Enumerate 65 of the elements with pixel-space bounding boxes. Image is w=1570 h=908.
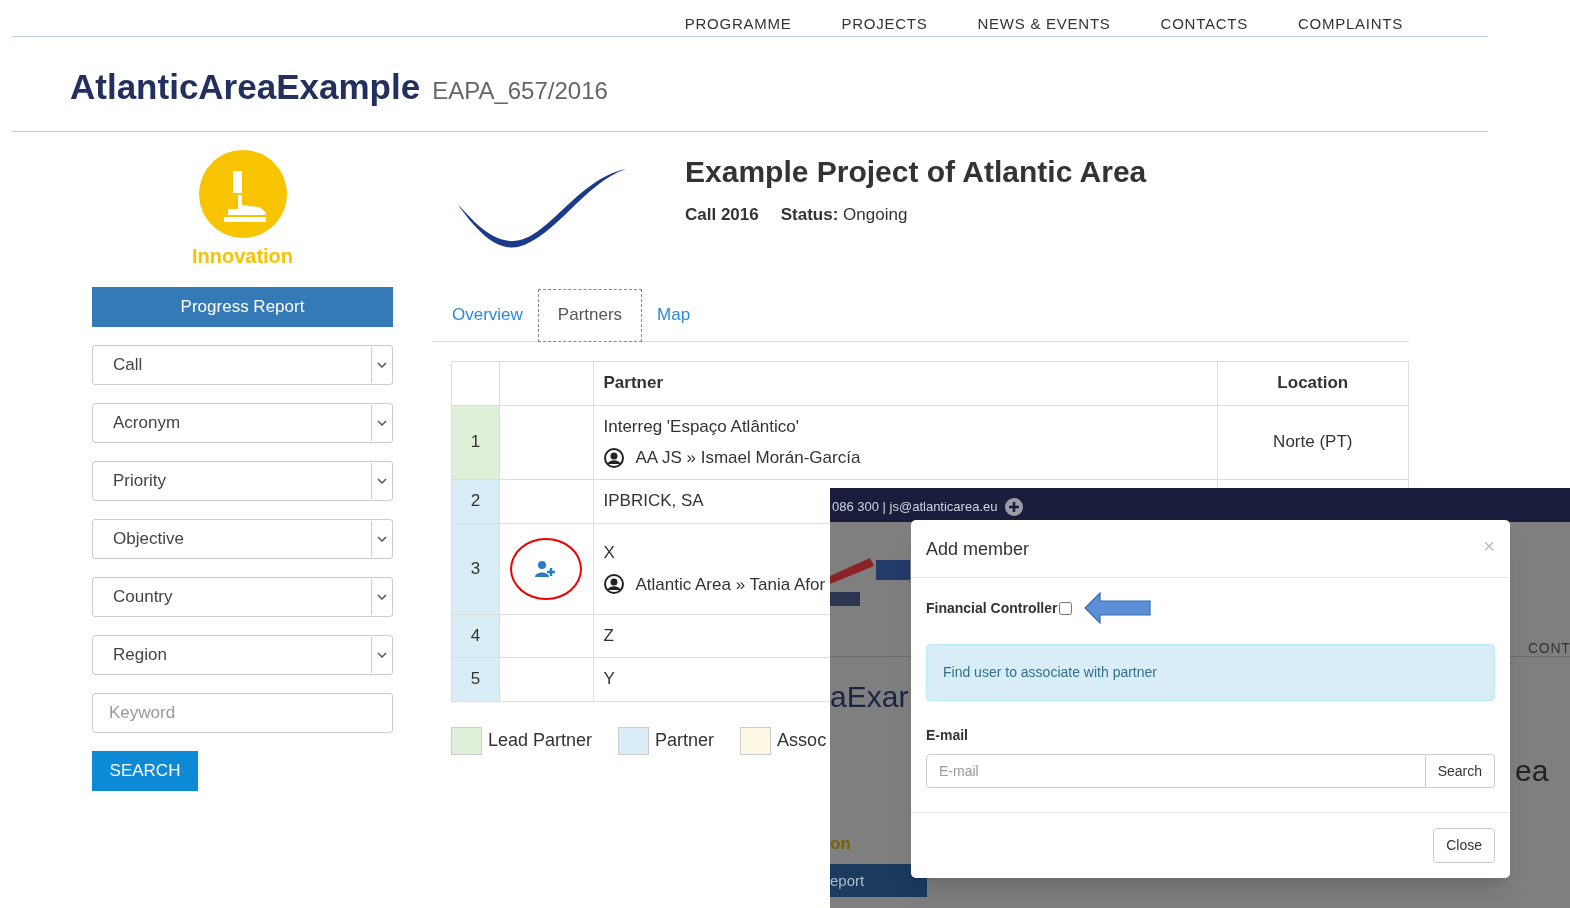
nav-link[interactable]: COMPLAINTS xyxy=(1298,13,1403,36)
user-circle-icon xyxy=(603,447,624,468)
chevron-down-icon xyxy=(376,362,387,368)
legend-label: Partner xyxy=(655,729,715,752)
legend-label: Lead Partner xyxy=(488,729,593,752)
row-number: 2 xyxy=(451,479,500,523)
modal-title: Add member xyxy=(926,538,1030,561)
field-label: E-mail xyxy=(926,726,969,745)
user-circle-icon xyxy=(603,574,624,595)
project-title: ea xyxy=(1515,756,1549,786)
select-field[interactable]: Priority xyxy=(92,461,393,501)
search-button[interactable]: SEARCH xyxy=(92,751,198,791)
row-number: 5 xyxy=(451,657,500,701)
project-code: EAPA_657/2016 xyxy=(432,75,608,106)
row-number: 3 xyxy=(451,523,500,614)
search-button[interactable]: Search xyxy=(1425,754,1495,788)
chevron-down-icon xyxy=(376,420,387,426)
page-title: AtlanticAreaExample xyxy=(70,65,421,108)
status-text: Status: Ongoing xyxy=(780,204,908,226)
partner-name: X xyxy=(603,542,615,564)
arrow-icon xyxy=(1084,592,1153,624)
contact-person: Atlantic Area » Tania Afor xyxy=(635,573,826,596)
nav-link[interactable]: PROGRAMME xyxy=(684,13,792,36)
chevron-down-icon xyxy=(376,536,387,542)
select-field[interactable]: Country xyxy=(92,577,393,617)
email-field[interactable]: E-mail xyxy=(926,754,1426,788)
chevron-down-icon xyxy=(376,478,387,484)
location-text: Norte (PT) xyxy=(1273,432,1353,452)
partner-name: Y xyxy=(603,668,615,691)
column-header: Partner xyxy=(603,373,664,393)
nav-link[interactable]: CONTACTS xyxy=(1160,13,1248,36)
plus-icon[interactable] xyxy=(1005,497,1024,516)
row-number: 4 xyxy=(451,614,500,657)
tab[interactable]: Map xyxy=(642,289,706,341)
legend-label: Assoc xyxy=(777,729,827,752)
partner-name: Z xyxy=(603,624,614,647)
chevron-down-icon xyxy=(376,652,387,658)
chevron-down-icon xyxy=(376,594,387,600)
tab[interactable]: Partners xyxy=(537,289,643,342)
select-field[interactable]: Call xyxy=(92,345,393,385)
category-label: Innovation xyxy=(191,244,294,269)
partner-name: Interreg 'Espaço Atlântico' xyxy=(603,415,799,438)
select-field[interactable]: Objective xyxy=(92,519,393,559)
checkbox[interactable] xyxy=(1059,601,1073,615)
category-label: on xyxy=(830,833,851,855)
project-title: Example Project of Atlantic Area xyxy=(685,154,1147,190)
row-number: 1 xyxy=(451,405,500,479)
page-title: aExar xyxy=(830,682,909,712)
tab[interactable]: Overview xyxy=(437,289,538,341)
contact-info: 086 300 | js@atlanticarea.eu xyxy=(832,498,998,516)
partner-name: IPBRICK, SA xyxy=(603,490,704,513)
call-label: Call 2016 xyxy=(685,204,759,226)
column-header: Location xyxy=(1277,373,1349,393)
close-button[interactable]: Close xyxy=(1433,828,1495,863)
select-field[interactable]: Region xyxy=(92,635,393,675)
nav-link[interactable]: PROJECTS xyxy=(841,13,928,36)
keyword-field[interactable]: Keyword xyxy=(92,693,393,733)
contact-person: AA JS » Ismael Morán-García xyxy=(635,447,861,469)
progress-report-button[interactable]: Progress Report xyxy=(92,287,393,327)
add-user-icon[interactable] xyxy=(535,560,558,577)
select-field[interactable]: Acronym xyxy=(92,403,393,443)
microscope-icon xyxy=(197,149,288,239)
nav-link[interactable]: NEWS & EVENTS xyxy=(977,13,1111,36)
info-message: Find user to associate with partner xyxy=(926,644,1495,701)
checkbox-label: Financial Controller xyxy=(926,598,1058,618)
